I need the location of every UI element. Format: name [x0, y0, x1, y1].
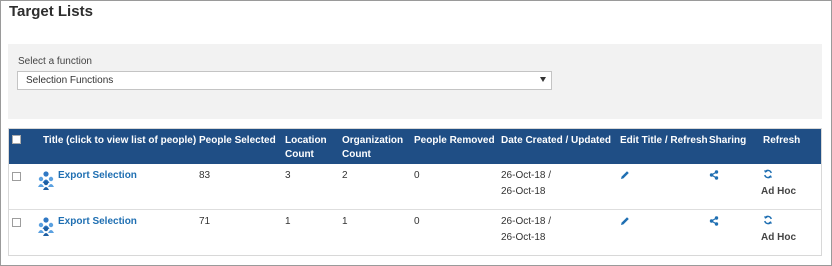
- people-group-icon: [38, 217, 54, 236]
- row-organization-count: 1: [342, 216, 348, 227]
- share-icon[interactable]: [709, 170, 719, 180]
- row-people-selected: 83: [199, 170, 211, 181]
- share-icon[interactable]: [709, 216, 719, 226]
- target-list-table: Title (click to view list of people) Peo…: [8, 128, 822, 256]
- header-organization-count-line2: Count: [342, 149, 371, 160]
- row-date-updated: 26-Oct-18: [501, 186, 546, 197]
- row-people-selected: 71: [199, 216, 211, 227]
- header-title: Title (click to view list of people): [43, 135, 197, 146]
- row-date: 26-Oct-18 / 26-Oct-18: [501, 169, 551, 199]
- row-location-count: 3: [285, 170, 291, 181]
- header-edit: Edit Title / Refresh: [620, 135, 708, 146]
- chevron-down-icon: [540, 77, 546, 82]
- header-date: Date Created / Updated: [501, 135, 612, 146]
- header-refresh: Refresh: [763, 135, 801, 146]
- table-row: Export Selection 83 3 2 0 26-Oct-18 / 26…: [9, 164, 821, 210]
- function-panel: Select a function Selection Functions: [8, 44, 822, 119]
- people-group-icon: [38, 171, 54, 190]
- refresh-icon[interactable]: [763, 215, 773, 225]
- header-people-removed: People Removed: [414, 135, 495, 146]
- refresh-icon[interactable]: [763, 169, 773, 179]
- row-location-count: 1: [285, 216, 291, 227]
- function-select-value: Selection Functions: [26, 75, 114, 86]
- header-organization-count-line1: Organization: [342, 135, 404, 146]
- row-organization-count: 2: [342, 170, 348, 181]
- refresh-type-label: Ad Hoc: [761, 232, 796, 243]
- select-all-checkbox[interactable]: [12, 135, 21, 144]
- header-people-selected: People Selected: [199, 135, 276, 146]
- header-location-count: Location Count: [285, 134, 327, 162]
- row-date-created: 26-Oct-18 /: [501, 170, 552, 181]
- pencil-icon[interactable]: [620, 216, 630, 226]
- header-location-count-line2: Count: [285, 149, 314, 160]
- row-people-removed: 0: [414, 216, 420, 227]
- header-location-count-line1: Location: [285, 135, 327, 146]
- row-title-link[interactable]: Export Selection: [58, 215, 137, 229]
- refresh-type-label: Ad Hoc: [761, 186, 796, 197]
- page-title: Target Lists: [9, 3, 93, 20]
- table-header: Title (click to view list of people) Peo…: [9, 129, 821, 164]
- row-checkbox[interactable]: [12, 172, 21, 181]
- row-title-link[interactable]: Export Selection: [58, 169, 137, 183]
- header-sharing: Sharing: [709, 135, 747, 146]
- function-label: Select a function: [18, 56, 92, 67]
- row-checkbox[interactable]: [12, 218, 21, 227]
- row-date: 26-Oct-18 / 26-Oct-18: [501, 215, 551, 245]
- function-select[interactable]: Selection Functions: [17, 71, 552, 90]
- row-date-created: 26-Oct-18 /: [501, 216, 552, 227]
- target-lists-page: Target Lists Select a function Selection…: [0, 0, 832, 266]
- pencil-icon[interactable]: [620, 170, 630, 180]
- header-organization-count: Organization Count: [342, 134, 403, 162]
- row-people-removed: 0: [414, 170, 420, 181]
- table-row: Export Selection 71 1 1 0 26-Oct-18 / 26…: [9, 210, 821, 256]
- row-date-updated: 26-Oct-18: [501, 232, 546, 243]
